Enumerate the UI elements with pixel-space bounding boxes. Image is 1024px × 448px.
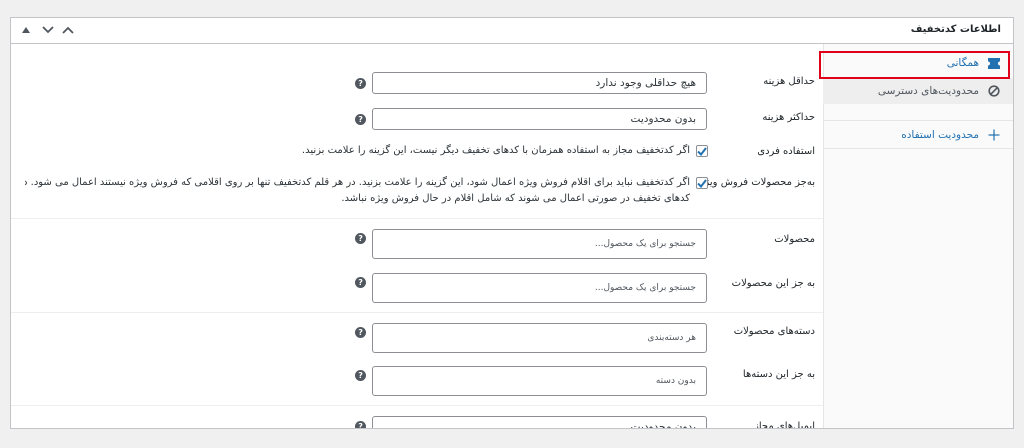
tab-usage-limits[interactable]: محدودیت استفاده xyxy=(823,122,1013,148)
min-spend-label: حداقل هزینه xyxy=(763,76,815,87)
checkmark-icon xyxy=(697,178,707,188)
categories-select[interactable]: هر دسته‌بندی xyxy=(372,323,707,353)
exclude-sale-checkbox[interactable] xyxy=(696,177,708,189)
exclude-sale-description-line1: اگر کدتخفیف نباید برای اقلام فروش ویژه ا… xyxy=(25,177,690,188)
help-icon[interactable]: ? xyxy=(355,233,366,244)
exclude-products-search-input[interactable]: جستجو برای یک محصول... xyxy=(372,273,707,303)
min-spend-input[interactable]: هیچ حداقلی وجود ندارد xyxy=(372,72,707,94)
exclude-sale-label: به‌جز محصولات فروش ویژه xyxy=(699,177,815,188)
allowed-emails-label: ایمیل‌های مجاز xyxy=(754,421,815,429)
help-icon[interactable]: ? xyxy=(355,370,366,381)
individual-use-label: استفاده فردی xyxy=(757,146,815,157)
tab-usage-limits-label: محدودیت استفاده xyxy=(901,129,979,141)
tab-divider xyxy=(823,120,1013,121)
checkmark-icon xyxy=(697,146,707,156)
help-icon[interactable]: ? xyxy=(355,327,366,338)
section-divider xyxy=(11,218,823,219)
chevron-down-icon[interactable] xyxy=(39,20,57,40)
ticket-icon xyxy=(987,56,1001,70)
restriction-fields: حداقل هزینه هیچ حداقلی وجود ندارد ? حداک… xyxy=(11,44,823,429)
tab-general[interactable]: همگانی xyxy=(823,50,1013,76)
plus-icon xyxy=(987,128,1001,142)
products-label: محصولات xyxy=(774,234,815,245)
individual-use-checkbox[interactable] xyxy=(696,145,708,157)
help-icon[interactable]: ? xyxy=(355,421,366,428)
help-icon[interactable]: ? xyxy=(355,114,366,125)
help-icon[interactable]: ? xyxy=(355,277,366,288)
exclude-products-label: به جز این محصولات xyxy=(731,278,815,289)
individual-use-description: اگر کدتخفیف مجاز به استفاده همزمان با کد… xyxy=(301,145,690,156)
no-entry-icon xyxy=(987,84,1001,98)
section-divider xyxy=(11,405,823,406)
allowed-emails-input[interactable]: بدون محدودیت xyxy=(372,416,707,428)
tab-usage-restriction-label: محدودیت‌های دسترسی xyxy=(877,85,979,97)
coupon-data-panel: اطلاعات کدتخفیف همگانی محدودیت‌های دسترس… xyxy=(10,17,1014,429)
tab-divider xyxy=(823,148,1013,149)
tab-general-label: همگانی xyxy=(946,57,979,69)
section-divider xyxy=(11,312,823,313)
max-spend-label: حداکثر هزینه xyxy=(762,112,815,123)
chevron-up-icon[interactable] xyxy=(59,20,77,40)
help-icon[interactable]: ? xyxy=(355,78,366,89)
tab-usage-restriction[interactable]: محدودیت‌های دسترسی xyxy=(823,78,1013,104)
panel-title: اطلاعات کدتخفیف xyxy=(910,24,1001,35)
exclude-sale-description-line2: کدهای تخفیف در صورتی اعمال می شوند که شا… xyxy=(341,193,690,204)
max-spend-input[interactable]: بدون محدودیت xyxy=(372,108,707,130)
tabs-sidebar: همگانی محدودیت‌های دسترسی محدودیت استفاد… xyxy=(823,44,1013,428)
move-up-icon[interactable] xyxy=(17,20,35,40)
panel-header: اطلاعات کدتخفیف xyxy=(11,18,1013,44)
products-search-input[interactable]: جستجو برای یک محصول... xyxy=(372,229,707,259)
exclude-categories-label: به جز این دسته‌ها xyxy=(742,369,815,380)
exclude-categories-select[interactable]: بدون دسته xyxy=(372,366,707,396)
categories-label: دسته‌های محصولات xyxy=(733,326,815,337)
